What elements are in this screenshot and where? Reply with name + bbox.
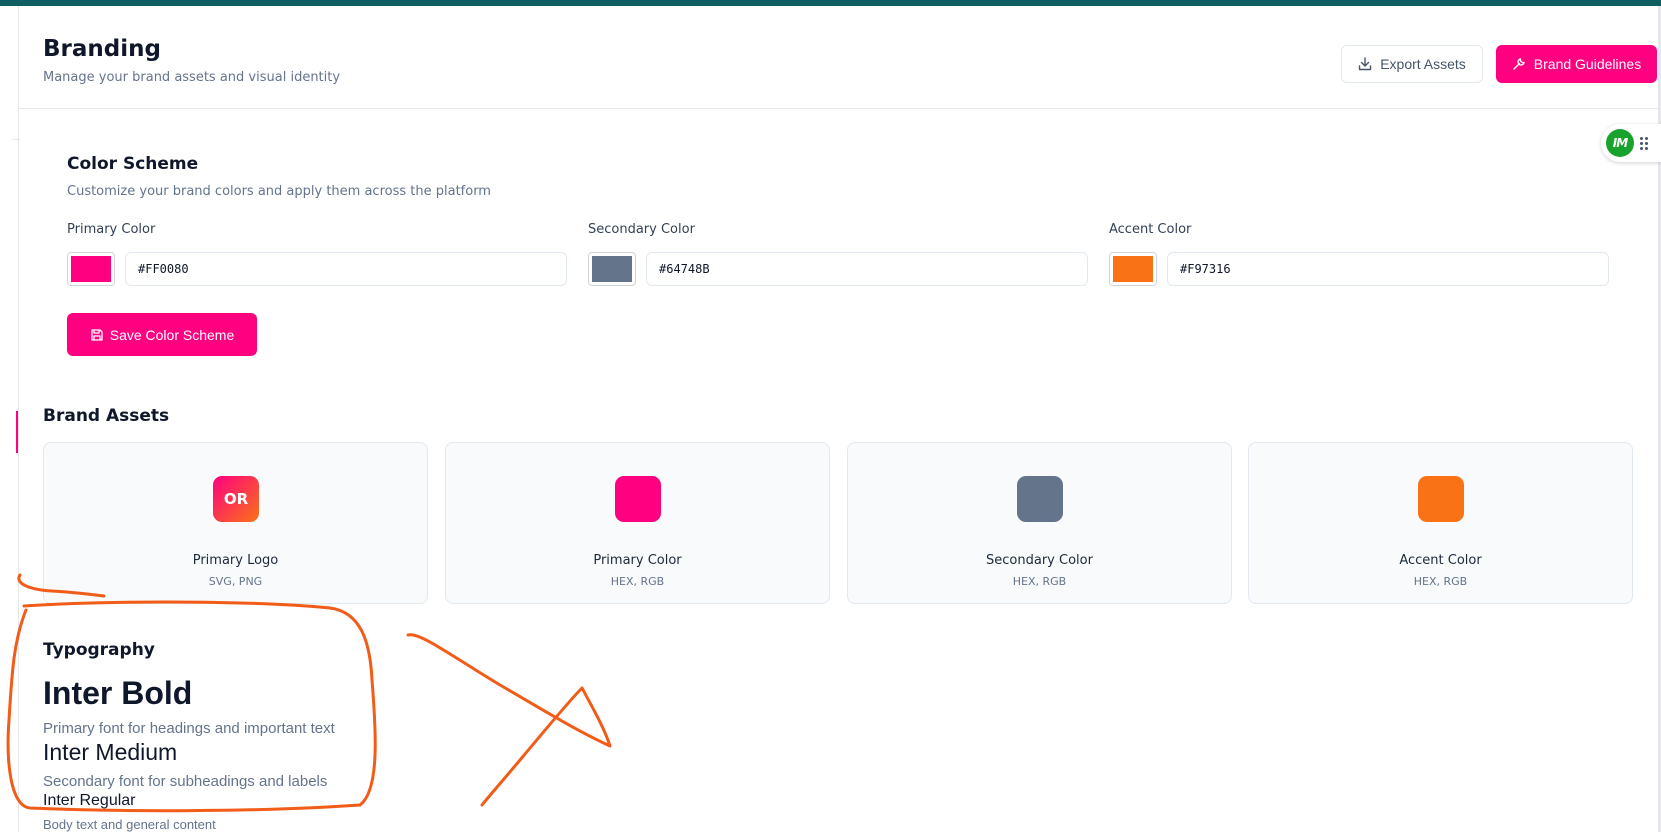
secondary-color-field: Secondary Color bbox=[588, 222, 1088, 286]
font-sample-regular: Inter Regular bbox=[43, 792, 136, 809]
color-swatch-icon bbox=[1017, 476, 1063, 522]
asset-name: Primary Color bbox=[593, 553, 682, 568]
page-subtitle: Manage your brand assets and visual iden… bbox=[43, 70, 341, 85]
save-color-scheme-label: Save Color Scheme bbox=[109, 326, 235, 343]
logo-icon: OR bbox=[213, 476, 259, 522]
primary-color-swatch bbox=[71, 256, 111, 282]
accent-color-picker[interactable] bbox=[1109, 252, 1157, 286]
color-scheme-description: Customize your brand colors and apply th… bbox=[67, 184, 491, 199]
page-title: Branding bbox=[43, 36, 161, 62]
asset-formats: HEX, RGB bbox=[610, 575, 665, 588]
font-sample-medium: Inter Medium bbox=[43, 739, 178, 765]
color-scheme-title: Color Scheme bbox=[67, 154, 199, 174]
asset-card-primary-color[interactable]: Primary Color HEX, RGB bbox=[445, 442, 830, 604]
wrench-icon bbox=[1513, 58, 1525, 70]
asset-card-primary-logo[interactable]: OR Primary Logo SVG, PNG bbox=[43, 442, 428, 604]
logo-icon-text: OR bbox=[223, 490, 249, 508]
primary-color-picker[interactable] bbox=[67, 252, 115, 286]
font-description: Body text and general content bbox=[43, 817, 216, 832]
primary-color-field: Primary Color bbox=[67, 222, 567, 286]
drag-handle-icon[interactable] bbox=[1640, 137, 1648, 150]
annotation-overlay bbox=[6, 573, 612, 813]
sidebar-active-indicator bbox=[16, 411, 18, 453]
asset-card-secondary-color[interactable]: Secondary Color HEX, RGB bbox=[847, 442, 1232, 604]
color-swatch-icon bbox=[615, 476, 661, 522]
typography-title: Typography bbox=[43, 640, 155, 660]
asset-formats: HEX, RGB bbox=[1413, 575, 1468, 588]
asset-name: Secondary Color bbox=[986, 553, 1093, 568]
primary-color-input[interactable] bbox=[125, 252, 567, 286]
asset-name: Primary Logo bbox=[192, 553, 279, 568]
sidebar-edge bbox=[18, 6, 19, 832]
secondary-color-picker[interactable] bbox=[588, 252, 636, 286]
save-color-scheme-button[interactable]: Save Color Scheme bbox=[67, 313, 257, 356]
annotation-arrow-stroke bbox=[406, 633, 612, 807]
secondary-color-input[interactable] bbox=[646, 252, 1088, 286]
secondary-color-swatch bbox=[592, 256, 632, 282]
font-description: Secondary font for subheadings and label… bbox=[43, 773, 328, 790]
brand-assets-title: Brand Assets bbox=[43, 406, 170, 426]
page-header: Branding Manage your brand assets and vi… bbox=[19, 6, 1658, 109]
accent-color-label: Accent Color bbox=[1109, 222, 1192, 237]
sidebar-divider bbox=[12, 139, 20, 140]
accent-color-field: Accent Color bbox=[1109, 222, 1609, 286]
asset-name: Accent Color bbox=[1399, 553, 1482, 568]
color-swatch-icon bbox=[1418, 476, 1464, 522]
export-assets-button[interactable]: Export Assets bbox=[1341, 45, 1483, 83]
brand-guidelines-label: Brand Guidelines bbox=[1533, 56, 1642, 72]
font-sample-bold: Inter Bold bbox=[43, 675, 193, 711]
download-icon bbox=[1359, 57, 1372, 71]
asset-card-accent-color[interactable]: Accent Color HEX, RGB bbox=[1248, 442, 1633, 604]
save-icon bbox=[91, 328, 103, 341]
secondary-color-label: Secondary Color bbox=[588, 222, 695, 237]
asset-formats: HEX, RGB bbox=[1012, 575, 1067, 588]
floating-assistant-widget[interactable]: IM bbox=[1601, 124, 1661, 162]
export-assets-label: Export Assets bbox=[1380, 56, 1466, 72]
accent-color-swatch bbox=[1113, 256, 1153, 282]
brand-guidelines-button[interactable]: Brand Guidelines bbox=[1496, 45, 1657, 83]
asset-formats: SVG, PNG bbox=[208, 575, 263, 588]
font-description: Primary font for headings and important … bbox=[43, 720, 335, 737]
avatar[interactable]: IM bbox=[1606, 129, 1634, 157]
accent-color-input[interactable] bbox=[1167, 252, 1609, 286]
primary-color-label: Primary Color bbox=[67, 222, 156, 237]
